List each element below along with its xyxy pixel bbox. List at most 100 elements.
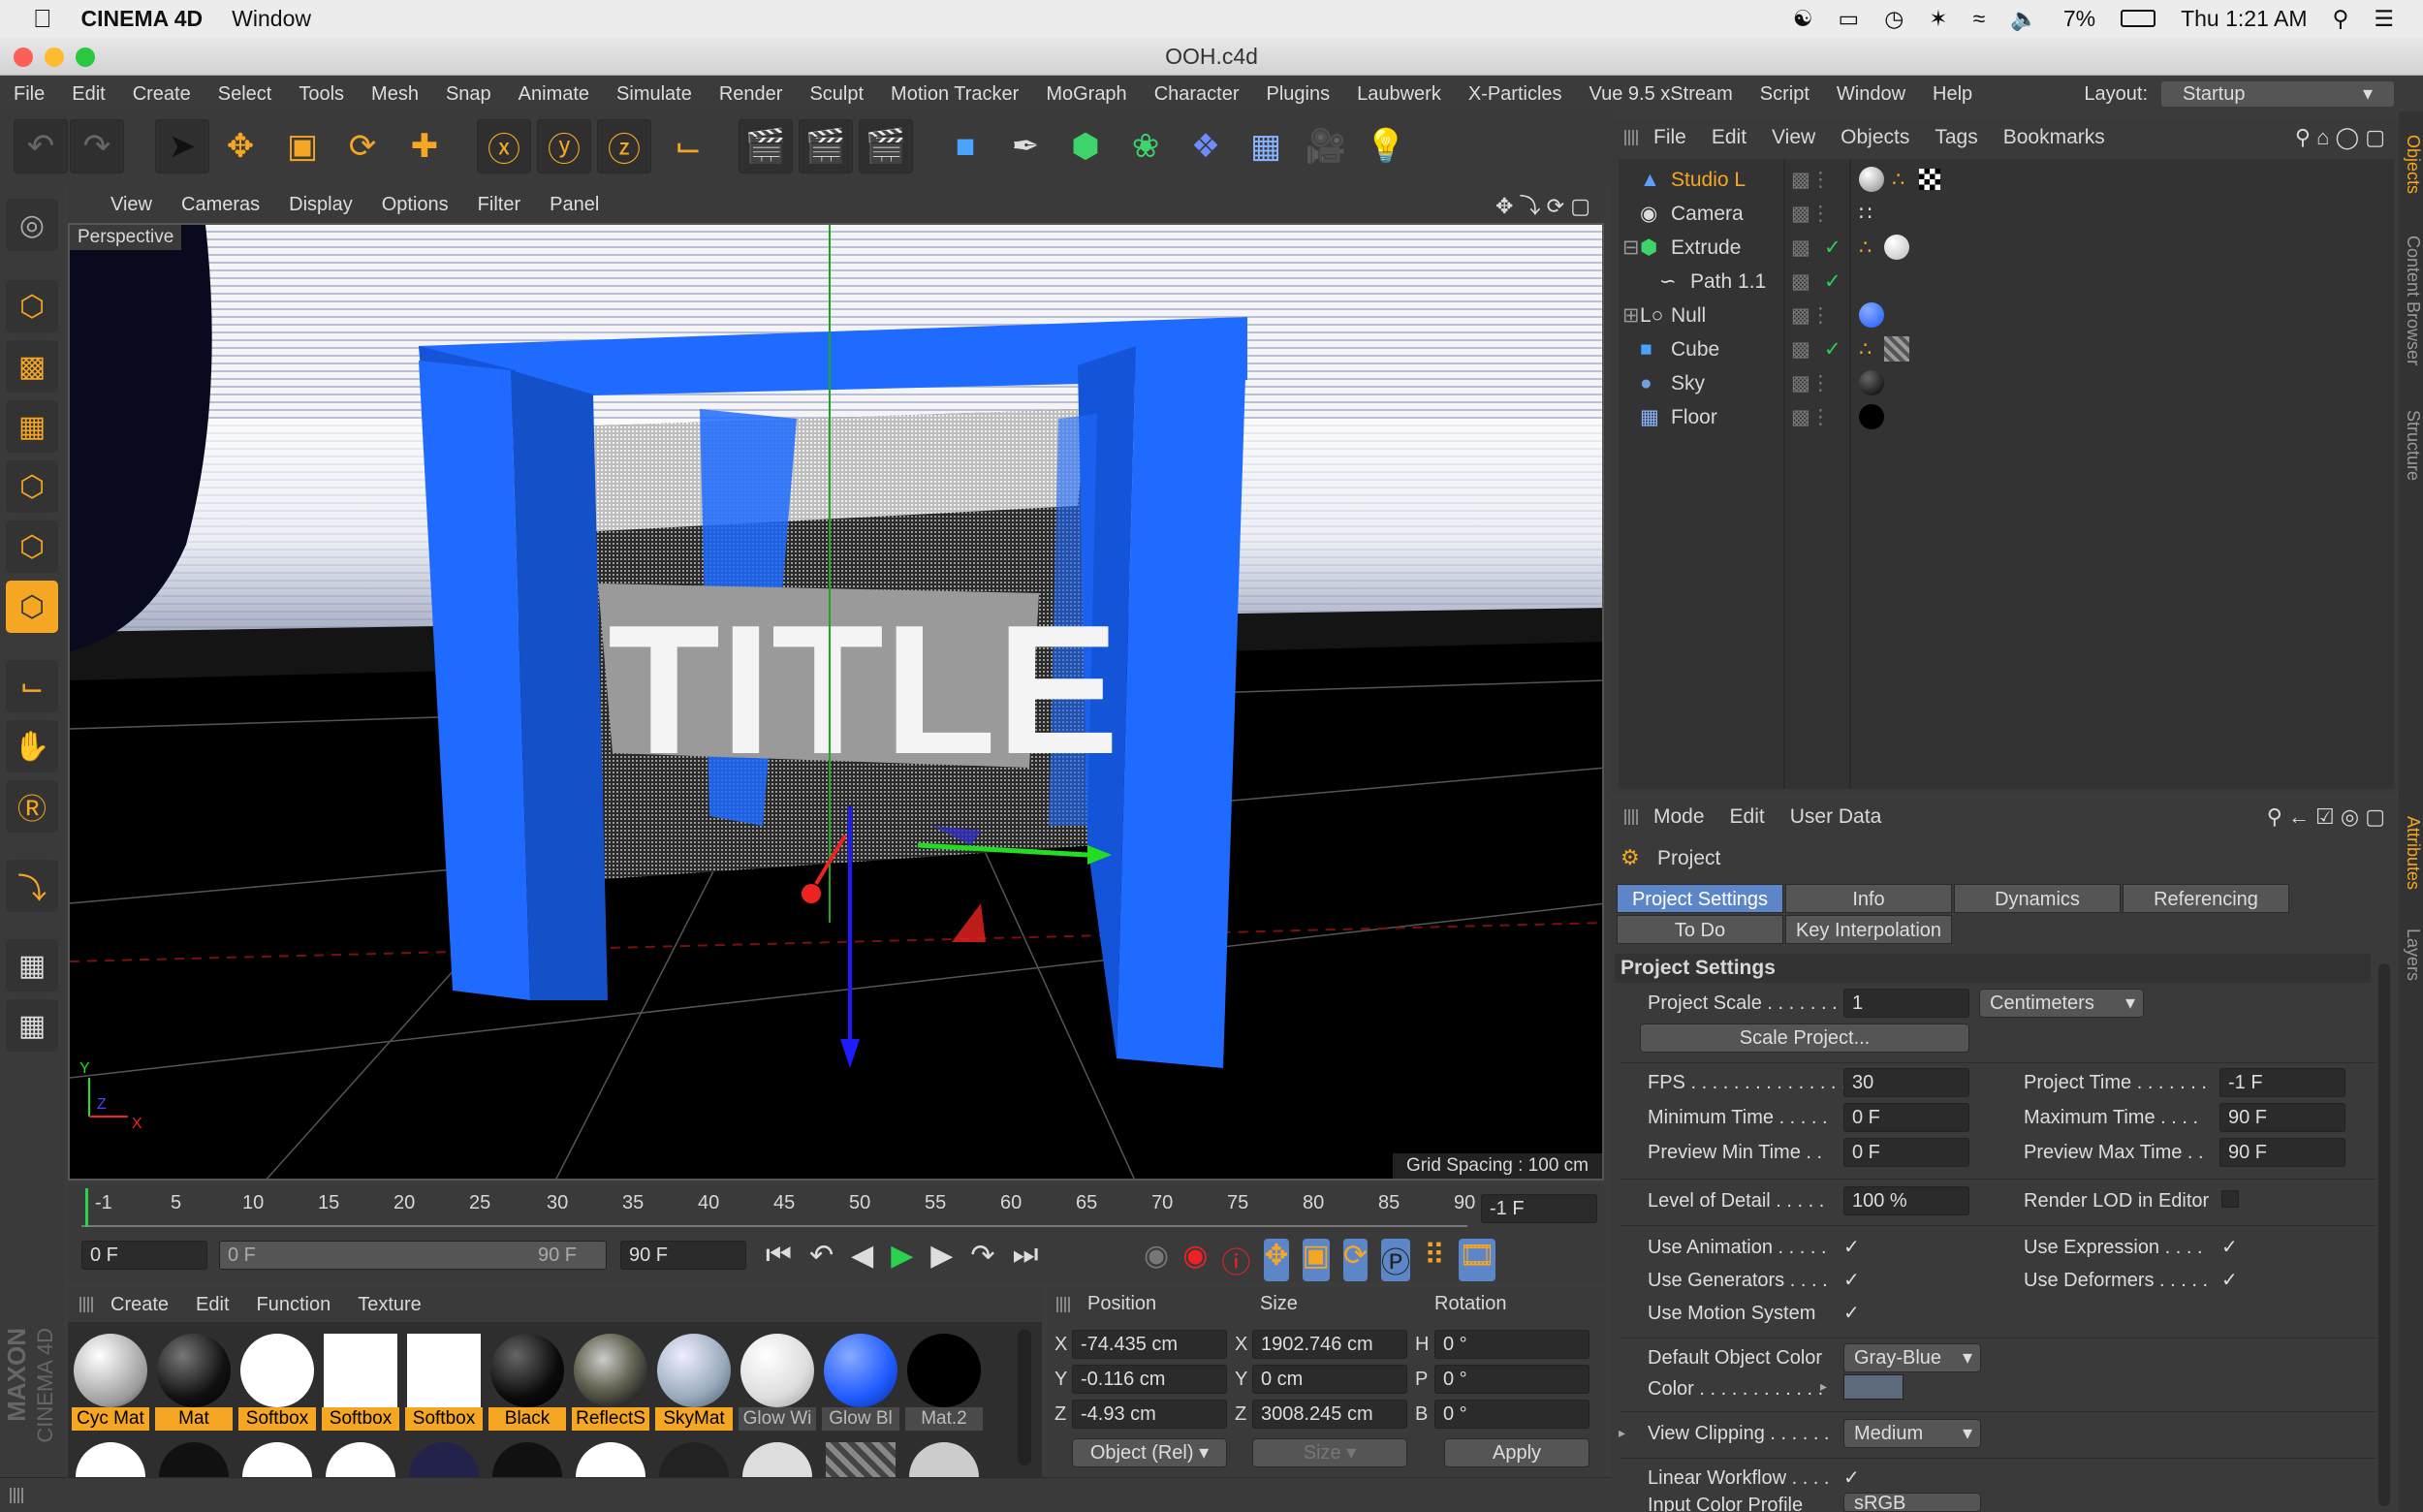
- viewport-nav-icons[interactable]: ✥ ⤵ ⟳ ▢: [1495, 189, 1590, 220]
- range-slider[interactable]: 0 F 90 F: [219, 1241, 607, 1270]
- panel-grip-icon[interactable]: [79, 1297, 95, 1312]
- material-tag-icon[interactable]: [1884, 336, 1909, 362]
- wifi-icon[interactable]: ≈: [1973, 6, 1986, 32]
- apple-icon[interactable]: : [33, 4, 52, 34]
- points-mode-icon[interactable]: ⬡: [6, 460, 58, 513]
- texture-mode-icon[interactable]: ▩: [6, 340, 58, 393]
- coordinate-mode-select[interactable]: Object (Rel) ▾: [1072, 1438, 1227, 1467]
- material-swatch[interactable]: Cyc Mat: [72, 1330, 149, 1431]
- material-swatch[interactable]: SkyMat: [655, 1330, 733, 1431]
- object-menu-edit[interactable]: Edit: [1712, 126, 1746, 149]
- object-row[interactable]: ∽ Path 1.1 ▩ ✓: [1619, 265, 2407, 299]
- key-scale-icon[interactable]: ▣: [1302, 1239, 1330, 1281]
- preview-max-field[interactable]: 90 F: [2219, 1138, 2345, 1167]
- menu-mesh[interactable]: Mesh: [358, 83, 432, 106]
- object-row[interactable]: ⊟ ⬢ Extrude ▩ ✓ ∴: [1619, 231, 2407, 265]
- floor-icon[interactable]: ▦: [1239, 119, 1293, 173]
- y-axis-lock-icon[interactable]: ⓨ: [537, 119, 591, 173]
- x-axis-lock-icon[interactable]: ⓧ: [477, 119, 531, 173]
- attr-nav-icons[interactable]: ⚲ ← ☑ ◎ ▢: [2267, 804, 2385, 830]
- edges-mode-icon[interactable]: ⬡: [6, 520, 58, 573]
- axis-mode-icon[interactable]: ⌙: [6, 660, 58, 712]
- size-mode-select[interactable]: Size ▾: [1252, 1438, 1407, 1467]
- render-view-icon[interactable]: 🎬: [739, 119, 793, 173]
- menu-file[interactable]: File: [0, 83, 58, 106]
- airplay-icon[interactable]: ▭: [1838, 6, 1859, 32]
- menu-laubwerk[interactable]: Laubwerk: [1343, 83, 1455, 106]
- position-y-field[interactable]: -0.116 cm: [1072, 1365, 1227, 1394]
- panel-grip-icon[interactable]: [10, 1488, 25, 1503]
- protection-tag-icon[interactable]: ∷: [1859, 197, 1872, 231]
- object-name[interactable]: Cube: [1671, 332, 1719, 366]
- input-color-select[interactable]: sRGB: [1843, 1493, 1981, 1512]
- use-deformers-checkbox[interactable]: ✓: [2221, 1268, 2238, 1292]
- make-editable-icon[interactable]: ◎: [6, 199, 58, 251]
- material-tag-icon[interactable]: [1859, 404, 1884, 429]
- battery-percent[interactable]: 7%: [2063, 6, 2095, 32]
- record-active-icon[interactable]: ◉: [1182, 1239, 1208, 1281]
- next-frame-icon[interactable]: ▶: [930, 1239, 953, 1273]
- tab-referencing[interactable]: Referencing: [2123, 884, 2289, 913]
- model-mode-icon[interactable]: ⬡: [6, 280, 58, 332]
- use-animation-checkbox[interactable]: ✓: [1843, 1235, 1860, 1259]
- end-frame-field[interactable]: 90 F: [620, 1241, 746, 1270]
- cc-icon[interactable]: ☯: [1793, 6, 1813, 32]
- rotate-icon[interactable]: ⟳: [335, 119, 390, 173]
- material-menu-create[interactable]: Create: [110, 1294, 169, 1316]
- expand-icon[interactable]: ⊞: [1622, 299, 1640, 332]
- magnet-icon[interactable]: ⤵: [6, 860, 58, 912]
- scale-icon[interactable]: ▣: [275, 119, 330, 173]
- menu-edit[interactable]: Edit: [58, 83, 118, 106]
- menu-render[interactable]: Render: [706, 83, 797, 106]
- panel-grip-icon[interactable]: [1056, 1297, 1072, 1312]
- material-swatch[interactable]: Softbox: [322, 1330, 399, 1431]
- position-x-field[interactable]: -74.435 cm: [1072, 1330, 1227, 1359]
- object-name[interactable]: Extrude: [1671, 231, 1741, 265]
- tag-icon[interactable]: ∴: [1859, 231, 1872, 265]
- spotlight-icon[interactable]: ⚲: [2333, 6, 2349, 32]
- menu-snap[interactable]: Snap: [432, 83, 505, 106]
- object-name[interactable]: Camera: [1671, 197, 1744, 231]
- panel-grip-icon[interactable]: [1624, 809, 1640, 825]
- visibility-dots-icon[interactable]: ▩⋮: [1791, 299, 1831, 332]
- polygons-mode-icon[interactable]: ⬡: [6, 581, 58, 633]
- material-swatch[interactable]: Black: [488, 1330, 566, 1431]
- side-tab-content-browser[interactable]: Content Browser: [2399, 218, 2423, 383]
- object-menu-file[interactable]: File: [1653, 126, 1686, 149]
- material-tag-icon[interactable]: [1859, 370, 1884, 395]
- viewport-menu-filter[interactable]: Filter: [478, 194, 520, 216]
- menu-create[interactable]: Create: [119, 83, 205, 106]
- undo-icon[interactable]: ↶: [14, 119, 68, 173]
- object-menu-tags[interactable]: Tags: [1935, 126, 1977, 149]
- start-frame-field[interactable]: 0 F: [81, 1241, 207, 1270]
- expand-icon[interactable]: ⊟: [1622, 231, 1640, 265]
- object-row[interactable]: ▦ Floor ▩⋮: [1619, 400, 2407, 434]
- subdivision-icon[interactable]: ⬢: [1058, 119, 1113, 173]
- color-swatch[interactable]: [1843, 1374, 1904, 1400]
- render-lod-checkbox[interactable]: [2221, 1190, 2239, 1208]
- material-swatch[interactable]: Softbox: [405, 1330, 483, 1431]
- panel-grip-icon[interactable]: [1624, 130, 1640, 145]
- menu-x-particles[interactable]: X-Particles: [1455, 83, 1576, 106]
- material-menu-texture[interactable]: Texture: [358, 1294, 422, 1316]
- default-color-select[interactable]: Gray-Blue ▾: [1843, 1343, 1981, 1372]
- object-menu-objects[interactable]: Objects: [1841, 126, 1909, 149]
- minimize-window-button[interactable]: [45, 47, 64, 67]
- coordinate-system-icon[interactable]: ⌙: [661, 119, 715, 173]
- scale-project-button[interactable]: Scale Project...: [1640, 1024, 1969, 1053]
- expand-arrow-icon[interactable]: ▸: [1820, 1378, 1827, 1395]
- material-menu-function[interactable]: Function: [257, 1294, 331, 1316]
- next-key-icon[interactable]: ↷: [970, 1239, 994, 1273]
- camera-icon[interactable]: 🎥: [1299, 119, 1353, 173]
- render-settings-icon[interactable]: 🎬: [859, 119, 913, 173]
- object-row[interactable]: ■ Cube ▩ ✓ ∴: [1619, 332, 2407, 366]
- side-tab-layers[interactable]: Layers: [2399, 916, 2423, 993]
- object-row[interactable]: ◉ Camera ▩⋮ ∷: [1619, 197, 2407, 231]
- menu-tools[interactable]: Tools: [285, 83, 358, 106]
- material-menu-edit[interactable]: Edit: [196, 1294, 229, 1316]
- playhead[interactable]: [85, 1188, 88, 1227]
- window-menu[interactable]: Window: [232, 6, 311, 32]
- z-axis-lock-icon[interactable]: ⓩ: [597, 119, 651, 173]
- key-position-icon[interactable]: ✥: [1264, 1239, 1289, 1281]
- key-parameter-icon[interactable]: Ⓟ: [1381, 1239, 1411, 1281]
